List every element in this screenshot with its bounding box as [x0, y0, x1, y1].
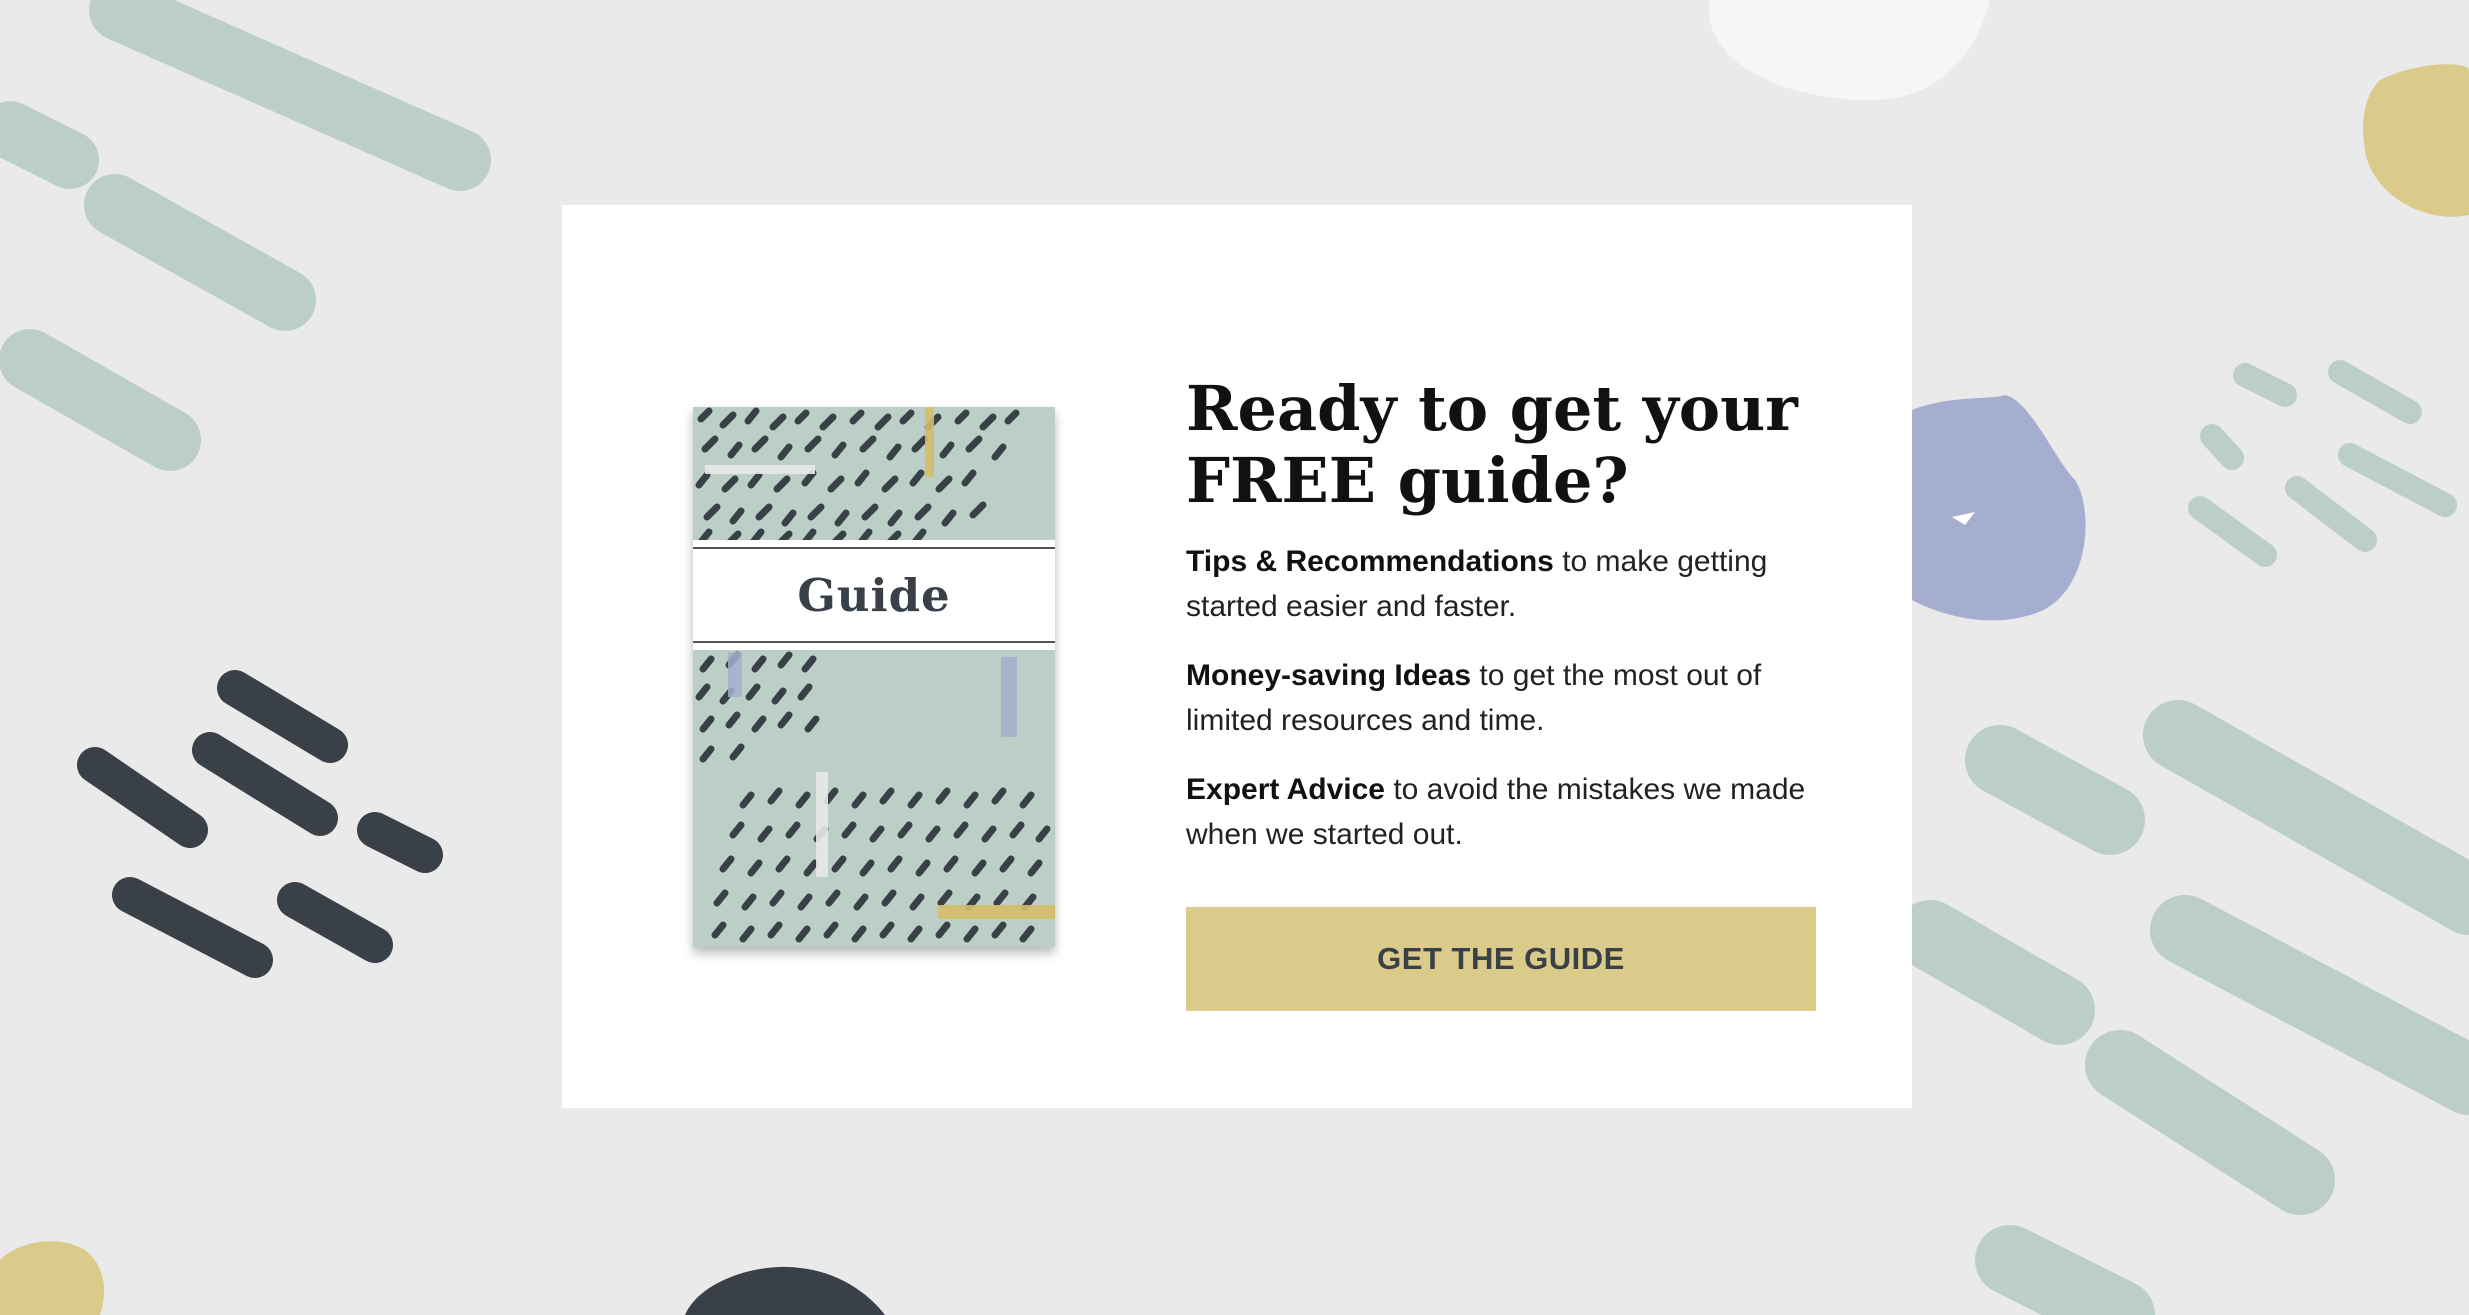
sage-stroke	[2188, 496, 2277, 567]
sage-stroke	[2233, 363, 2297, 407]
sage-stroke	[84, 174, 316, 331]
white-blob	[1709, 0, 1990, 100]
sage-stroke	[0, 329, 201, 471]
sage-stroke	[1965, 725, 2145, 855]
sage-stroke	[1895, 900, 2095, 1045]
benefit-advice: Expert Advice to avoid the mistakes we m…	[1186, 767, 1836, 857]
guide-book-cover: Guide	[693, 407, 1055, 947]
benefit-advice-bold: Expert Advice	[1186, 773, 1385, 806]
headline-line-1: Ready to get your	[1186, 372, 1798, 445]
charcoal-stroke	[112, 877, 273, 978]
sage-stroke	[2338, 443, 2457, 517]
sage-stroke	[2285, 476, 2377, 552]
guide-card: Guide Ready to get your FREE guide? Tips…	[562, 205, 1912, 1108]
sage-stroke	[2328, 360, 2422, 424]
periwinkle-blob	[1912, 395, 2086, 621]
benefit-money-bold: Money-saving Ideas	[1186, 659, 1472, 692]
benefit-money: Money-saving Ideas to get the most out o…	[1186, 653, 1836, 743]
book-title: Guide	[797, 568, 951, 622]
sage-stroke	[2085, 1030, 2335, 1215]
sage-stroke	[0, 101, 99, 189]
charcoal-stroke	[217, 670, 348, 763]
sage-stroke	[89, 0, 491, 191]
get-the-guide-button[interactable]: GET THE GUIDE	[1186, 907, 1816, 1011]
page: Guide Ready to get your FREE guide? Tips…	[0, 0, 2469, 1315]
headline-line-2: FREE guide?	[1186, 444, 1629, 517]
guide-content: Ready to get your FREE guide? Tips & Rec…	[1186, 373, 1836, 881]
charcoal-stroke	[77, 747, 208, 848]
headline: Ready to get your FREE guide?	[1186, 373, 1836, 517]
book-pattern	[693, 407, 1055, 947]
benefit-tips: Tips & Recommendations to make getting s…	[1186, 539, 1836, 629]
book-title-band: Guide	[693, 547, 1055, 643]
charcoal-stroke	[277, 882, 393, 963]
charcoal-blob	[685, 1266, 885, 1315]
mustard-blob	[2363, 64, 2469, 217]
sage-stroke	[2200, 424, 2244, 470]
sage-stroke	[2150, 895, 2469, 1115]
benefit-tips-bold: Tips & Recommendations	[1186, 545, 1554, 578]
charcoal-stroke	[192, 732, 338, 836]
charcoal-stroke	[357, 812, 443, 873]
sage-stroke	[1975, 1225, 2155, 1315]
sage-stroke	[2143, 700, 2469, 935]
mustard-blob	[0, 1241, 105, 1315]
